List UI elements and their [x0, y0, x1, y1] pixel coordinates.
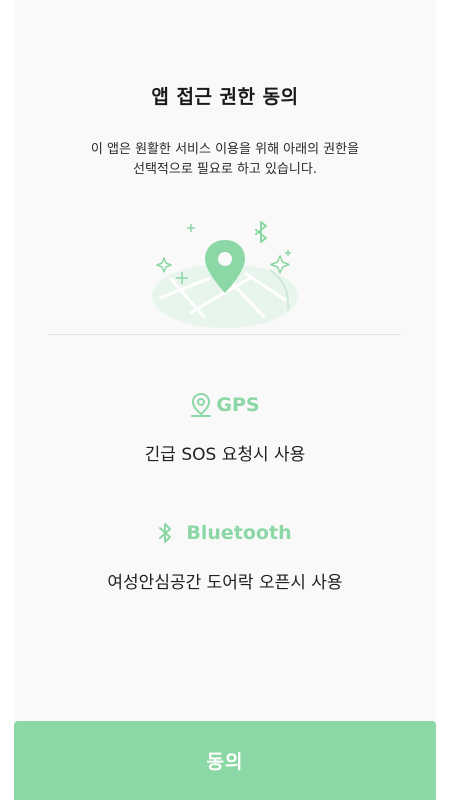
- description-line-1: 이 앱은 원활한 서비스 이용을 위해 아래의 권한을: [90, 142, 360, 157]
- section-divider: [49, 334, 401, 335]
- page-title: 앱 접근 권한 동의: [151, 86, 299, 108]
- permission-illustration: [152, 221, 298, 328]
- bluetooth-permission-usage: 여성안심공간 도어락 오픈시 사용: [107, 573, 343, 593]
- bluetooth-permission-name: Bluetooth: [186, 522, 292, 544]
- agree-button[interactable]: 동의: [14, 721, 436, 800]
- location-pin-icon: [190, 392, 212, 418]
- bluetooth-icon: [158, 521, 172, 545]
- bluetooth-permission-header: Bluetooth: [0, 521, 450, 545]
- gps-permission-name: GPS: [216, 394, 260, 416]
- permission-description: 이 앱은 원활한 서비스 이용을 위해 아래의 권한을 선택적으로 필요로 하고…: [0, 140, 450, 180]
- description-line-2: 선택적으로 필요로 하고 있습니다.: [133, 162, 317, 177]
- bluetooth-icon: [255, 221, 267, 243]
- gps-permission-usage: 긴급 SOS 요청시 사용: [144, 445, 306, 465]
- gps-permission-header: GPS: [0, 392, 450, 418]
